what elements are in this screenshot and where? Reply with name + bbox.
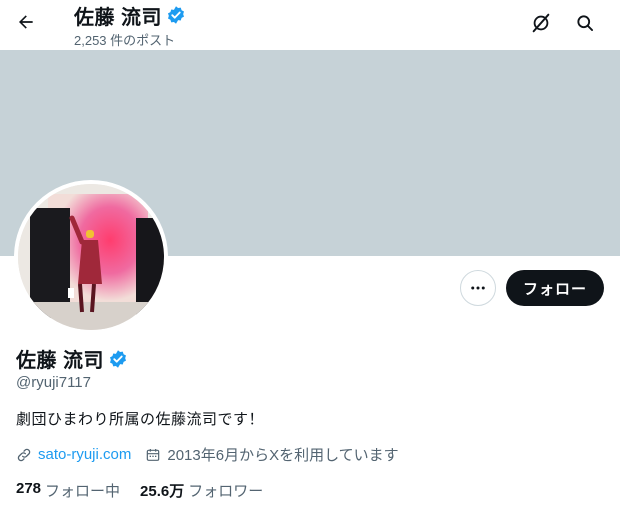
arrow-left-icon	[19, 15, 33, 29]
following-link[interactable]: 278 フォロー中	[16, 480, 120, 501]
calendar-icon	[145, 447, 161, 463]
search-icon	[577, 15, 593, 32]
back-button[interactable]	[12, 8, 40, 36]
following-count: 278	[16, 480, 42, 497]
profile-bio: 劇団ひまわり所属の佐藤流司です！	[16, 411, 265, 428]
join-date: 2013年6月からXを利用しています	[145, 444, 399, 465]
post-count: 2,253 件のポスト	[74, 33, 176, 48]
top-bar: 佐藤 流司 2,253 件のポスト	[0, 0, 620, 50]
profile-name: 佐藤 流司	[16, 350, 105, 372]
profile-name-row: 佐藤 流司	[16, 344, 128, 373]
avatar[interactable]	[14, 180, 168, 334]
profile-handle: @ryuji7117	[16, 374, 91, 391]
avatar-photo	[18, 184, 164, 330]
header-title: 佐藤 流司	[74, 6, 163, 29]
verified-badge-icon[interactable]	[108, 349, 128, 369]
follow-button[interactable]: フォロー	[506, 270, 604, 306]
follow-stats: 278 フォロー中 25.6万 フォロワー	[16, 480, 283, 501]
website-text: sato-ryuji.com	[38, 446, 132, 463]
more-dots-icon	[471, 286, 485, 290]
website-link[interactable]: sato-ryuji.com	[16, 446, 131, 463]
verified-badge-icon	[166, 5, 186, 25]
followers-link[interactable]: 25.6万 フォロワー	[140, 480, 263, 501]
join-date-text: 2013年6月からXを利用しています	[167, 447, 399, 464]
link-icon	[16, 447, 32, 463]
grok-icon	[532, 13, 550, 33]
following-label: フォロー中	[45, 483, 121, 500]
header-title-block: 佐藤 流司 2,253 件のポスト	[74, 2, 186, 49]
grok-button[interactable]	[526, 8, 556, 38]
search-button[interactable]	[570, 8, 600, 38]
followers-label: フォロワー	[188, 483, 264, 500]
followers-count: 25.6万	[140, 483, 185, 500]
profile-meta: sato-ryuji.com 2013年6月からXを利用しています	[16, 444, 399, 465]
more-options-button[interactable]	[460, 270, 496, 306]
